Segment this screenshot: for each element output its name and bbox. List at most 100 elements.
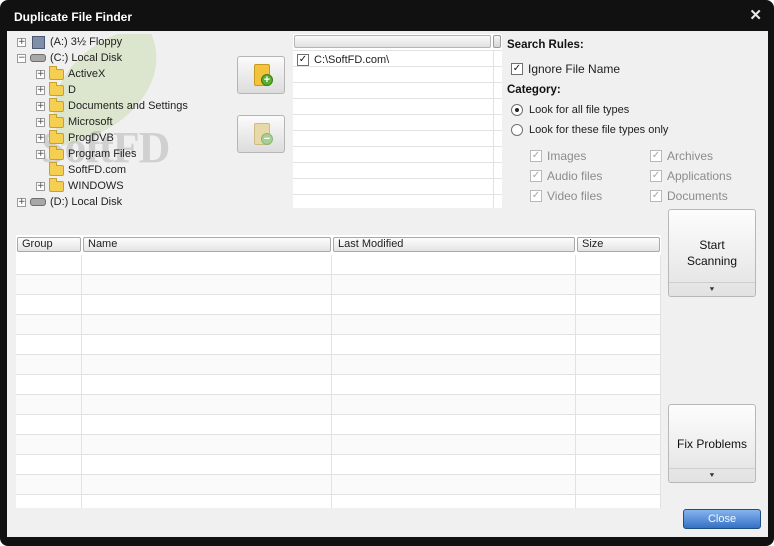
expand-icon[interactable]: + (36, 69, 45, 79)
table-cell (332, 255, 576, 275)
table-row[interactable] (16, 395, 661, 415)
window-title: Duplicate File Finder (14, 10, 133, 24)
floppy-drive-icon (32, 35, 45, 49)
type-audio-option[interactable]: ✓ Audio files (530, 169, 602, 183)
expand-icon[interactable]: + (36, 181, 45, 191)
column-header-name[interactable]: Name (83, 237, 331, 252)
fix-problems-button[interactable]: Fix Problems ⯆ (668, 404, 756, 483)
table-row[interactable] (16, 375, 661, 395)
expand-icon[interactable]: + (17, 197, 26, 207)
table-cell (576, 375, 661, 395)
type-archives-option[interactable]: ✓ Archives (650, 149, 713, 163)
add-folder-button[interactable]: + (237, 56, 285, 94)
column-header-size[interactable]: Size (577, 237, 660, 252)
look-these-types-radio[interactable] (511, 124, 523, 136)
tree-item-d[interactable]: + D (36, 81, 76, 98)
tree-item-d-drive[interactable]: + (D:) Local Disk (17, 194, 122, 210)
table-row[interactable] (16, 335, 661, 355)
ignore-file-name-label: Ignore File Name (528, 62, 621, 76)
type-applications-checkbox[interactable]: ✓ (650, 170, 662, 182)
title-bar: Duplicate File Finder ✕ (0, 0, 774, 30)
table-cell (82, 375, 332, 395)
table-row[interactable] (16, 355, 661, 375)
table-cell (576, 275, 661, 295)
table-cell (332, 355, 576, 375)
close-button[interactable]: Close (683, 509, 761, 529)
table-row[interactable] (16, 295, 661, 315)
folder-icon (49, 145, 64, 160)
table-row[interactable] (16, 315, 661, 335)
look-all-types-radio[interactable] (511, 104, 523, 116)
folder-tree[interactable]: SoftFD + (A:) 3½ Floppy − (C:) Local Dis… (15, 34, 238, 210)
remove-folder-button[interactable]: − (237, 115, 285, 153)
table-cell (16, 475, 82, 495)
ignore-file-name-checkbox[interactable]: ✓ (511, 63, 523, 75)
type-images-checkbox[interactable]: ✓ (530, 150, 542, 162)
tree-item-documents-and-settings[interactable]: + Documents and Settings (36, 97, 188, 114)
type-video-option[interactable]: ✓ Video files (530, 189, 602, 203)
list-header[interactable] (294, 35, 491, 48)
table-cell (82, 275, 332, 295)
type-video-label: Video files (547, 189, 603, 203)
look-these-types-label: Look for these file types only (529, 124, 669, 136)
table-cell (332, 415, 576, 435)
type-documents-option[interactable]: ✓ Documents (650, 189, 728, 203)
look-these-types-option[interactable]: Look for these file types only (511, 124, 668, 136)
table-cell (82, 455, 332, 475)
table-row[interactable] (16, 435, 661, 455)
fix-problems-dropdown-icon[interactable]: ⯆ (669, 468, 755, 482)
results-table[interactable]: Group Name Last Modified Size (16, 235, 661, 508)
expand-icon[interactable]: + (36, 101, 45, 111)
table-row[interactable] (16, 475, 661, 495)
expand-icon[interactable]: + (17, 37, 26, 47)
tree-item-windows[interactable]: + WINDOWS (36, 177, 124, 194)
tree-item-c-drive[interactable]: − (C:) Local Disk (17, 50, 122, 66)
table-row[interactable] (16, 275, 661, 295)
table-cell (16, 435, 82, 455)
tree-item-activex[interactable]: + ActiveX (36, 65, 106, 82)
column-header-group[interactable]: Group (17, 237, 81, 252)
close-window-icon[interactable]: ✕ (749, 6, 762, 24)
divider (293, 178, 502, 179)
expand-icon[interactable]: + (36, 85, 45, 95)
ignore-file-name-option[interactable]: ✓ Ignore File Name (511, 62, 620, 76)
divider (293, 114, 502, 115)
start-scanning-label-line1: Start (699, 238, 725, 252)
expand-icon[interactable]: + (36, 149, 45, 159)
table-cell (332, 295, 576, 315)
type-archives-checkbox[interactable]: ✓ (650, 150, 662, 162)
table-row[interactable] (16, 495, 661, 508)
tree-item-label: ActiveX (68, 68, 106, 80)
list-scroll-handle[interactable] (493, 35, 501, 48)
tree-item-microsoft[interactable]: + Microsoft (36, 113, 113, 130)
table-cell (16, 335, 82, 355)
selected-folders-list[interactable]: ✓ C:\SoftFD.com\ (293, 34, 502, 208)
table-cell (16, 355, 82, 375)
type-applications-option[interactable]: ✓ Applications (650, 169, 732, 183)
table-row[interactable] (16, 415, 661, 435)
tree-item-label: SoftFD.com (68, 164, 127, 176)
type-documents-checkbox[interactable]: ✓ (650, 190, 662, 202)
tree-item-floppy[interactable]: + (A:) 3½ Floppy (17, 34, 122, 50)
column-header-last-modified[interactable]: Last Modified (333, 237, 575, 252)
type-images-option[interactable]: ✓ Images (530, 149, 586, 163)
table-row[interactable] (16, 455, 661, 475)
tree-item-progdvb[interactable]: + ProgDVB (36, 129, 114, 146)
divider (293, 194, 502, 195)
folder-entry[interactable]: ✓ C:\SoftFD.com\ (297, 54, 389, 66)
table-cell (332, 455, 576, 475)
tree-item-program-files[interactable]: + Program Files (36, 145, 136, 162)
look-all-types-option[interactable]: Look for all file types (511, 104, 629, 116)
divider (293, 50, 502, 51)
start-scanning-dropdown-icon[interactable]: ⯆ (669, 282, 755, 296)
type-video-checkbox[interactable]: ✓ (530, 190, 542, 202)
expand-icon[interactable]: + (36, 133, 45, 143)
table-row[interactable] (16, 255, 661, 275)
expand-icon[interactable]: + (36, 117, 45, 127)
collapse-icon[interactable]: − (17, 53, 26, 63)
tree-item-softfd[interactable]: SoftFD.com (36, 161, 127, 178)
start-scanning-button[interactable]: Start Scanning ⯆ (668, 209, 756, 297)
folder-entry-checkbox[interactable]: ✓ (297, 54, 309, 66)
table-cell (332, 435, 576, 455)
type-audio-checkbox[interactable]: ✓ (530, 170, 542, 182)
